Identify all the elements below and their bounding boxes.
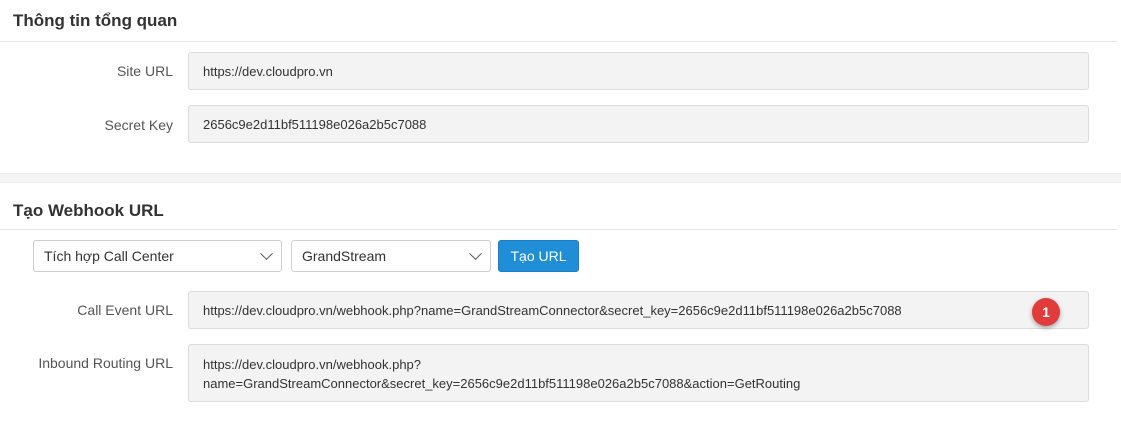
secret-key-value: 2656c9e2d11bf511198e026a2b5c7088 [203,116,427,132]
create-url-button[interactable]: Tạo URL [498,240,579,272]
section-separator [0,173,1121,183]
overview-title: Thông tin tổng quan [13,11,178,30]
inbound-routing-value-line1: https://dev.cloudpro.vn/webhook.php? [203,357,422,372]
secret-key-field[interactable]: 2656c9e2d11bf511198e026a2b5c7088 [188,105,1089,143]
site-url-value: https://dev.cloudpro.vn [203,63,333,79]
secret-key-label: Secret Key [104,117,173,133]
call-event-label: Call Event URL [77,302,173,318]
inbound-routing-label: Inbound Routing URL [38,355,173,371]
overview-divider [0,41,1117,42]
chevron-down-icon [260,246,273,260]
webhook-divider [0,229,1117,230]
call-event-value: https://dev.cloudpro.vn/webhook.php?name… [203,302,902,318]
step-badge: 1 [1032,298,1060,326]
inbound-routing-field[interactable]: https://dev.cloudpro.vn/webhook.php? nam… [188,344,1089,402]
site-url-field[interactable]: https://dev.cloudpro.vn [188,52,1089,90]
inbound-routing-value-line2: name=GrandStreamConnector&secret_key=265… [203,376,801,391]
call-event-field[interactable]: https://dev.cloudpro.vn/webhook.php?name… [188,291,1089,329]
provider-select-value: GrandStream [302,248,387,264]
provider-select[interactable]: GrandStream [291,240,491,272]
chevron-down-icon [469,246,482,260]
webhook-title: Tạo Webhook URL [13,201,164,220]
integration-select[interactable]: Tích hợp Call Center [33,240,282,272]
integration-select-value: Tích hợp Call Center [44,248,174,264]
site-url-label: Site URL [116,63,173,79]
overview-section: Thông tin tổng quan Site URL https://dev… [0,0,1121,173]
